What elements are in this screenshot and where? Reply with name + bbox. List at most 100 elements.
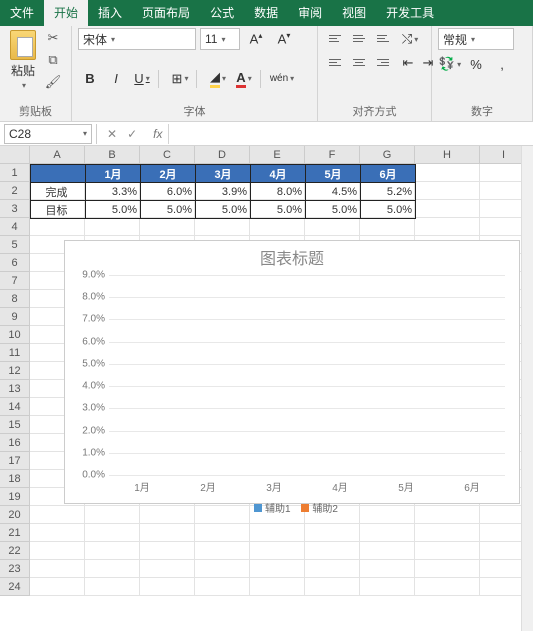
currency-icon: 💱 bbox=[439, 56, 455, 72]
increase-font-button[interactable]: A▴ bbox=[244, 28, 268, 50]
fill-color-button[interactable]: ◢▾ bbox=[206, 68, 230, 90]
tab-5[interactable]: 数据 bbox=[244, 0, 288, 26]
number-format-value: 常规 bbox=[443, 31, 467, 48]
row-header[interactable]: 11 bbox=[0, 344, 30, 362]
x-tick-label: 5月 bbox=[398, 479, 414, 494]
spreadsheet-grid: ABCDEFGHI 123456789101112131415161718192… bbox=[0, 146, 533, 631]
font-size-value: 11 bbox=[205, 32, 217, 46]
border-button[interactable]: ⊞▾ bbox=[168, 68, 192, 90]
align-middle-button[interactable] bbox=[348, 28, 370, 48]
name-box-value: C28 bbox=[9, 127, 31, 141]
align-center-button[interactable] bbox=[348, 52, 370, 72]
tab-0[interactable]: 文件 bbox=[0, 0, 44, 26]
formula-input[interactable] bbox=[168, 124, 533, 144]
cancel-formula-button[interactable]: ✕ bbox=[107, 127, 117, 141]
ribbon-tabs: 文件开始插入页面布局公式数据审阅视图开发工具 bbox=[0, 0, 533, 26]
embedded-chart[interactable]: 图表标题 0.0%1.0%2.0%3.0%4.0%5.0%6.0%7.0%8.0… bbox=[64, 240, 520, 504]
row-header[interactable]: 5 bbox=[0, 236, 30, 254]
font-size-combo[interactable]: 11 ▾ bbox=[200, 28, 240, 50]
column-header[interactable]: G bbox=[360, 146, 415, 163]
vertical-scrollbar[interactable] bbox=[521, 146, 533, 631]
row-header[interactable]: 24 bbox=[0, 578, 30, 596]
row-header[interactable]: 4 bbox=[0, 218, 30, 236]
row-header[interactable]: 2 bbox=[0, 182, 30, 200]
row-header[interactable]: 14 bbox=[0, 398, 30, 416]
row-header[interactable]: 13 bbox=[0, 380, 30, 398]
name-box[interactable]: C28▾ bbox=[4, 124, 92, 144]
row-header[interactable]: 22 bbox=[0, 542, 30, 560]
cut-button[interactable]: ✂ bbox=[42, 28, 64, 48]
row-header[interactable]: 3 bbox=[0, 200, 30, 218]
data-table[interactable]: 1月2月3月4月5月6月 完成3.3%6.0%3.9%8.0%4.5%5.2% … bbox=[30, 164, 416, 219]
row-header[interactable]: 20 bbox=[0, 506, 30, 524]
row-header[interactable]: 7 bbox=[0, 272, 30, 290]
row-header[interactable]: 15 bbox=[0, 416, 30, 434]
column-header[interactable]: B bbox=[85, 146, 140, 163]
row-header[interactable]: 9 bbox=[0, 308, 30, 326]
row-header[interactable]: 8 bbox=[0, 290, 30, 308]
tab-1[interactable]: 开始 bbox=[44, 0, 88, 26]
tab-4[interactable]: 公式 bbox=[200, 0, 244, 26]
fx-label[interactable]: fx bbox=[147, 127, 168, 141]
row-header[interactable]: 6 bbox=[0, 254, 30, 272]
y-tick-label: 0.0% bbox=[82, 470, 105, 481]
comma-format-button[interactable]: , bbox=[490, 53, 514, 75]
row-header[interactable]: 18 bbox=[0, 470, 30, 488]
number-format-combo[interactable]: 常规▾ bbox=[438, 28, 514, 50]
bold-button[interactable]: B bbox=[78, 68, 102, 90]
chevron-down-icon: ▾ bbox=[290, 74, 294, 83]
chevron-down-icon: ▾ bbox=[184, 74, 188, 83]
column-header[interactable]: F bbox=[305, 146, 360, 163]
accounting-format-button[interactable]: 💱▾ bbox=[438, 53, 462, 75]
accept-formula-button[interactable]: ✓ bbox=[127, 127, 137, 141]
chart-plot-area[interactable]: 0.0%1.0%2.0%3.0%4.0%5.0%6.0%7.0%8.0%9.0% bbox=[109, 275, 505, 475]
tab-2[interactable]: 插入 bbox=[88, 0, 132, 26]
row-header[interactable]: 1 bbox=[0, 164, 30, 182]
font-name-combo[interactable]: 宋体▾ bbox=[78, 28, 196, 50]
percent-format-button[interactable]: % bbox=[464, 53, 488, 75]
row-header[interactable]: 23 bbox=[0, 560, 30, 578]
decrease-indent-button[interactable]: ⇤ bbox=[398, 52, 418, 74]
underline-button[interactable]: U▾ bbox=[130, 68, 154, 90]
format-painter-button[interactable]: 🖌 bbox=[42, 72, 64, 92]
column-header[interactable]: E bbox=[250, 146, 305, 163]
tab-7[interactable]: 视图 bbox=[332, 0, 376, 26]
decrease-font-button[interactable]: A▾ bbox=[272, 28, 296, 50]
chevron-down-icon: ▾ bbox=[221, 35, 225, 44]
align-right-button[interactable] bbox=[372, 52, 394, 72]
row-header[interactable]: 21 bbox=[0, 524, 30, 542]
copy-button[interactable]: ⧉ bbox=[42, 50, 64, 70]
legend-swatch-1 bbox=[254, 504, 262, 512]
column-header[interactable]: A bbox=[30, 146, 85, 163]
chart-title[interactable]: 图表标题 bbox=[65, 241, 519, 275]
tab-6[interactable]: 审阅 bbox=[288, 0, 332, 26]
row-header[interactable]: 17 bbox=[0, 452, 30, 470]
italic-button[interactable]: I bbox=[104, 68, 128, 90]
x-tick-label: 4月 bbox=[332, 479, 348, 494]
chart-legend[interactable]: 辅助1 辅助2 bbox=[65, 500, 519, 515]
font-color-button[interactable]: A▾ bbox=[232, 68, 256, 90]
group-number: 常规▾ 💱▾ % , 数字 bbox=[432, 26, 533, 121]
row-header[interactable]: 10 bbox=[0, 326, 30, 344]
align-left-button[interactable] bbox=[324, 52, 346, 72]
formula-bar: C28▾ ✕ ✓ fx bbox=[0, 122, 533, 146]
column-header[interactable]: H bbox=[415, 146, 480, 163]
phonetic-button[interactable]: wén▾ bbox=[270, 68, 294, 90]
column-header[interactable]: C bbox=[140, 146, 195, 163]
chart-y-axis: 0.0%1.0%2.0%3.0%4.0%5.0%6.0%7.0%8.0%9.0% bbox=[69, 275, 107, 475]
align-top-button[interactable] bbox=[324, 28, 346, 48]
tab-8[interactable]: 开发工具 bbox=[376, 0, 444, 26]
paste-button[interactable]: 粘贴 ▾ bbox=[6, 28, 40, 92]
legend-label-1: 辅助1 bbox=[265, 504, 291, 515]
row-headers: 123456789101112131415161718192021222324 bbox=[0, 164, 30, 596]
row-header[interactable]: 19 bbox=[0, 488, 30, 506]
column-header[interactable]: D bbox=[195, 146, 250, 163]
row-header[interactable]: 16 bbox=[0, 434, 30, 452]
x-tick-label: 6月 bbox=[464, 479, 480, 494]
align-bottom-button[interactable] bbox=[372, 28, 394, 48]
row-header[interactable]: 12 bbox=[0, 362, 30, 380]
orientation-button[interactable]: ⤭▾ bbox=[398, 28, 422, 50]
tab-3[interactable]: 页面布局 bbox=[132, 0, 200, 26]
chevron-down-icon: ▾ bbox=[146, 74, 150, 83]
select-all-corner[interactable] bbox=[0, 146, 30, 163]
